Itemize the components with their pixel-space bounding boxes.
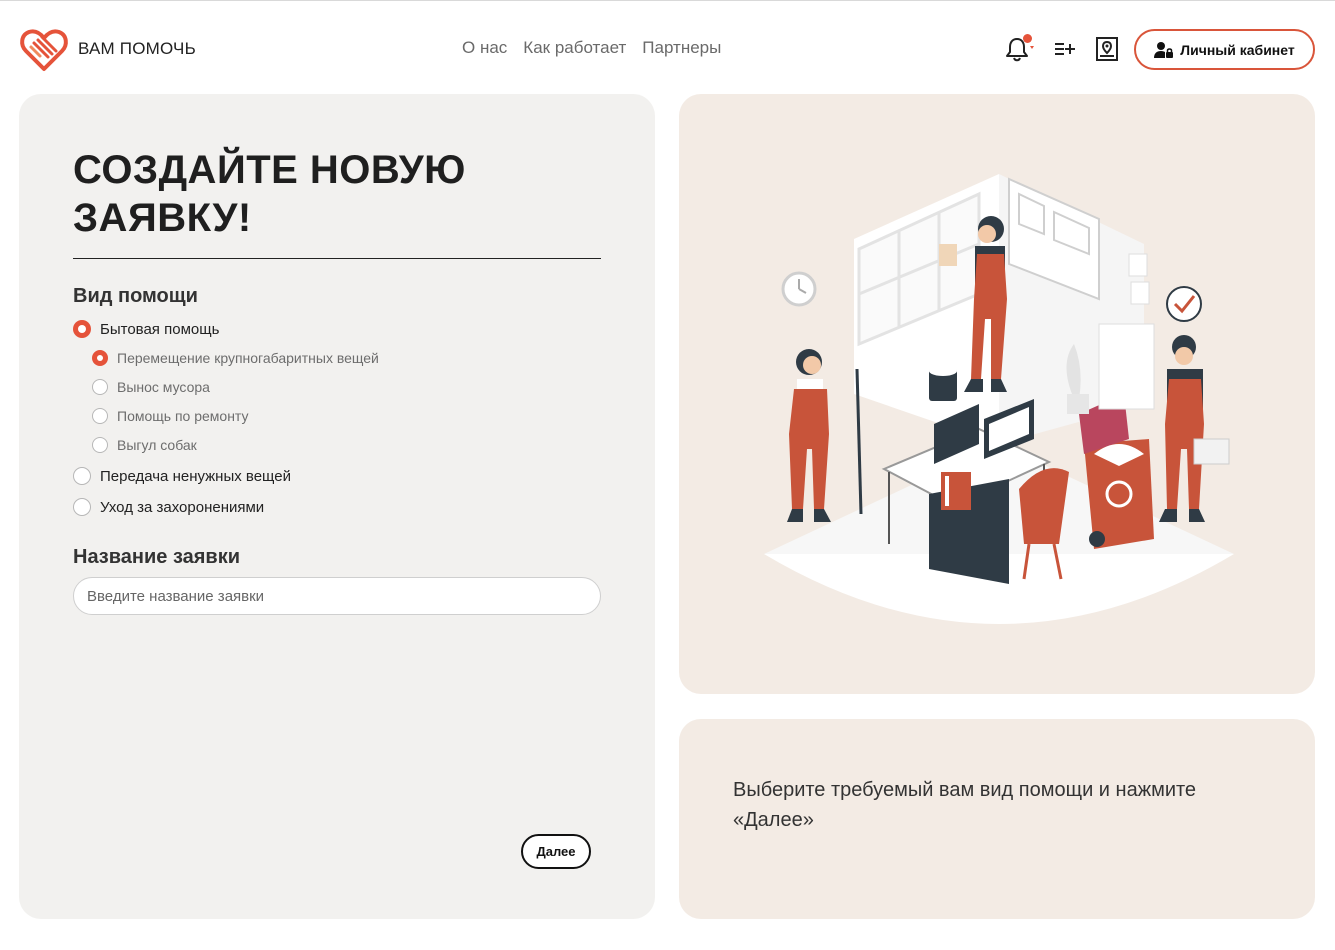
hint-card: Выберите требуемый вам вид помощи и нажм… xyxy=(679,719,1315,919)
option-label: Выгул собак xyxy=(117,437,197,453)
illustration-card xyxy=(679,94,1315,694)
logo-text: ВАМ ПОМОЧЬ xyxy=(78,39,196,58)
radio-moving-large-items[interactable] xyxy=(92,350,108,366)
nav-about[interactable]: О нас xyxy=(462,38,507,58)
option-moving-large-items[interactable]: Перемещение крупногабаритных вещей xyxy=(92,350,379,366)
radio-grave-care[interactable] xyxy=(73,498,91,516)
request-name-heading: Название заявки xyxy=(73,546,241,568)
new-request-form: СОЗДАЙТЕ НОВУЮ ЗАЯВКУ! Вид помощи Бытова… xyxy=(19,94,655,919)
radio-repair-help[interactable] xyxy=(92,408,108,424)
option-label: Передача ненужных вещей xyxy=(100,467,291,485)
radio-dog-walking[interactable] xyxy=(92,437,108,453)
logo[interactable]: ВАМ ПОМОЧЬ xyxy=(18,23,196,75)
option-grave-care[interactable]: Уход за захоронениями xyxy=(73,498,264,516)
nav-partners[interactable]: Партнеры xyxy=(642,38,721,58)
page-title: СОЗДАЙТЕ НОВУЮ ЗАЯВКУ! xyxy=(73,148,466,240)
user-lock-icon xyxy=(1154,41,1174,58)
option-label: Уход за захоронениями xyxy=(100,498,265,516)
header-icons xyxy=(1004,34,1118,62)
main-nav: О нас Как работает Партнеры xyxy=(462,38,721,58)
site-header: ВАМ ПОМОЧЬ О нас Как работает Партнеры Л… xyxy=(0,1,1335,94)
nav-how-it-works[interactable]: Как работает xyxy=(523,38,626,58)
heart-hands-logo-icon xyxy=(20,29,68,71)
option-label: Перемещение крупногабаритных вещей xyxy=(117,350,379,366)
title-divider xyxy=(73,258,601,259)
next-button[interactable]: Далее xyxy=(521,834,591,869)
notification-dot xyxy=(1023,34,1032,43)
radio-household-help[interactable] xyxy=(73,320,91,338)
option-give-away-items[interactable]: Передача ненужных вещей xyxy=(73,467,291,485)
option-household-help[interactable]: Бытовая помощь xyxy=(73,320,219,338)
add-list-icon[interactable] xyxy=(1054,41,1076,57)
office-workers-illustration xyxy=(764,174,1234,624)
map-pin-icon[interactable] xyxy=(1096,37,1118,61)
option-label: Вынос мусора xyxy=(117,379,210,395)
option-label: Бытовая помощь xyxy=(100,320,220,338)
notifications-button[interactable] xyxy=(1004,34,1034,62)
option-repair-help[interactable]: Помощь по ремонту xyxy=(92,408,249,424)
personal-account-button[interactable]: Личный кабинет xyxy=(1134,29,1315,70)
request-name-input[interactable] xyxy=(73,577,601,615)
option-label: Помощь по ремонту xyxy=(117,408,249,424)
help-type-heading: Вид помощи xyxy=(73,285,198,307)
personal-account-label: Личный кабинет xyxy=(1180,41,1295,58)
radio-garbage-removal[interactable] xyxy=(92,379,108,395)
option-garbage-removal[interactable]: Вынос мусора xyxy=(92,379,210,395)
option-dog-walking[interactable]: Выгул собак xyxy=(92,437,197,453)
hint-text: Выберите требуемый вам вид помощи и нажм… xyxy=(733,779,1197,831)
radio-give-away-items[interactable] xyxy=(73,467,91,485)
